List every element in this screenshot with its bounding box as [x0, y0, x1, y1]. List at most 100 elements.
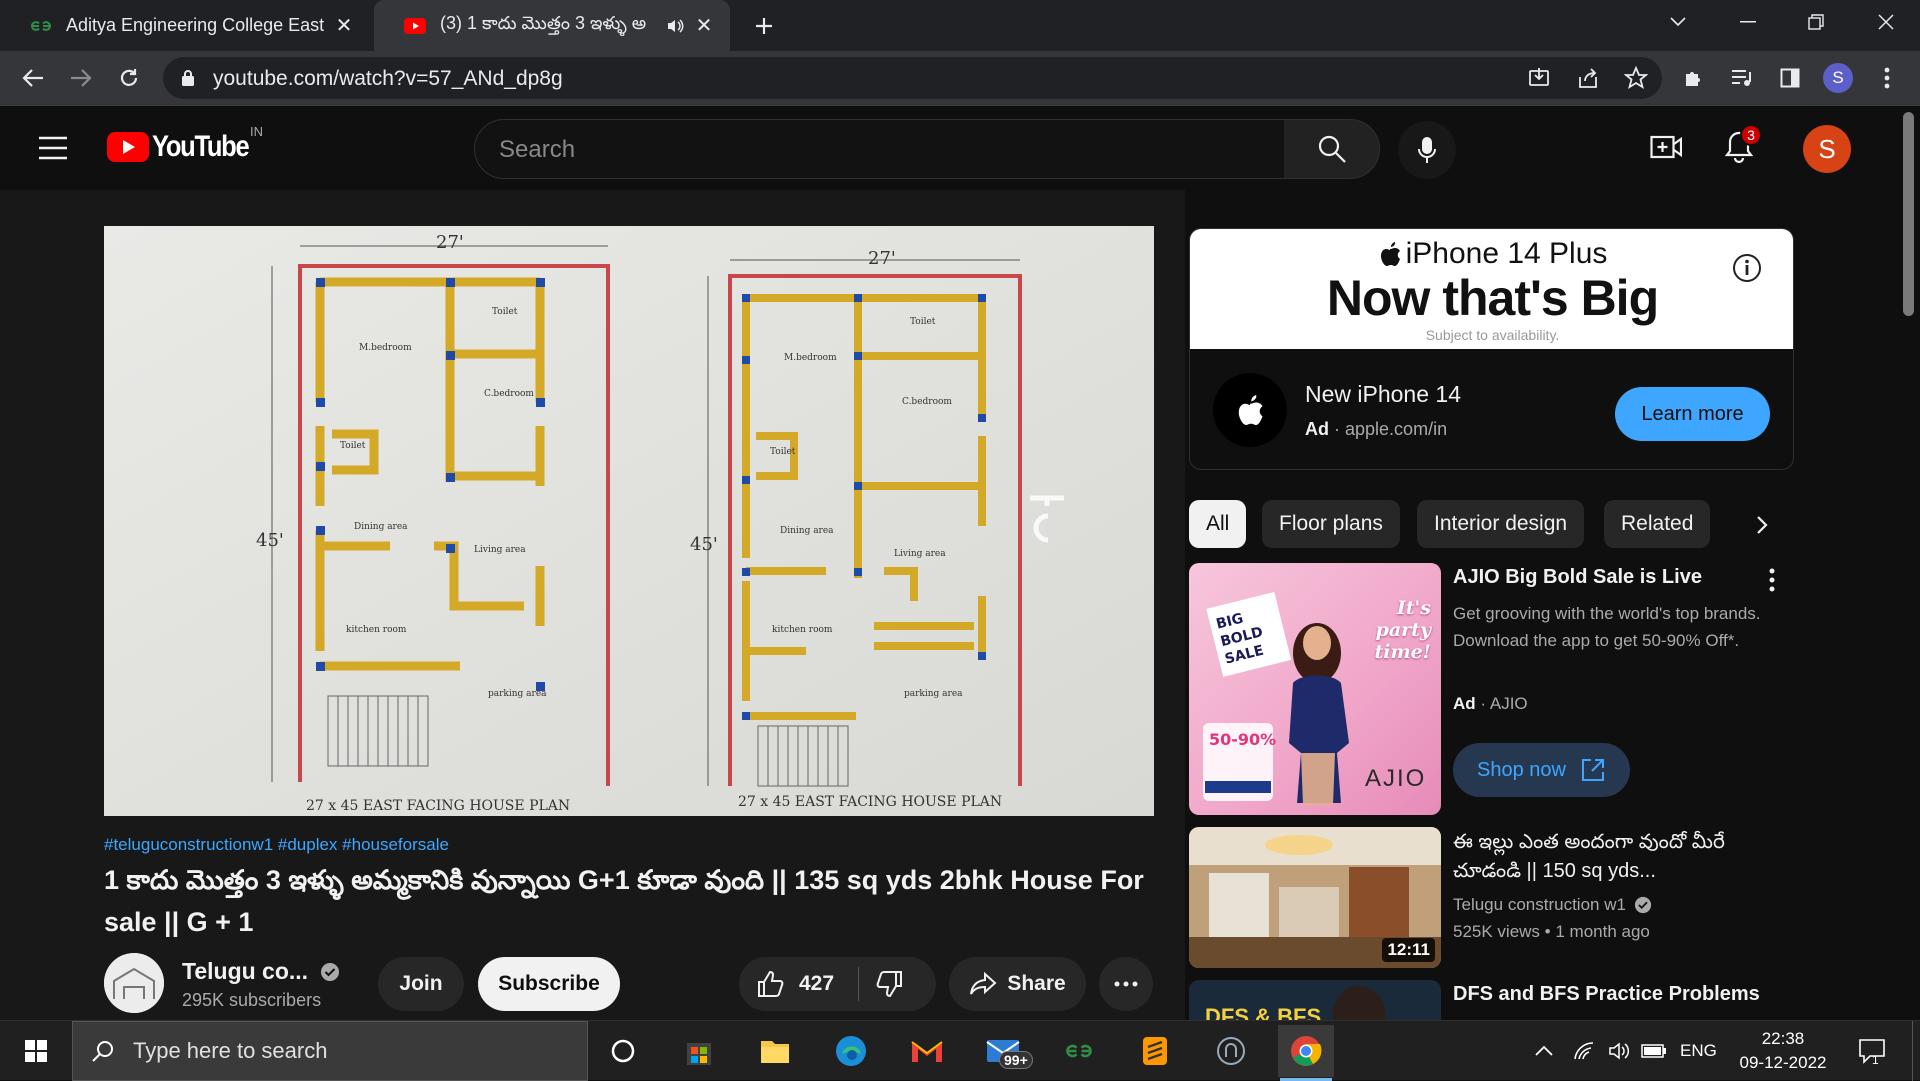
join-button[interactable]: Join [378, 957, 464, 1011]
account-avatar[interactable]: S [1803, 125, 1851, 173]
speaker-icon[interactable] [666, 18, 684, 34]
lock-icon[interactable] [181, 69, 195, 87]
tab-close-icon[interactable]: ✕ [332, 14, 356, 38]
hamburger-menu-icon[interactable] [38, 136, 68, 160]
separator-dot: · [1334, 419, 1346, 439]
related-video-meta: 525K views • 1 month ago [1453, 922, 1650, 941]
microsoft-store-icon[interactable] [677, 1029, 721, 1073]
input-language[interactable]: ENG [1680, 1041, 1717, 1061]
profile-avatar[interactable]: S [1821, 61, 1855, 95]
restore-button[interactable] [1786, 0, 1846, 44]
chip-interior-design[interactable]: Interior design [1417, 500, 1585, 548]
external-link-icon [1581, 759, 1604, 781]
ad-title[interactable]: New iPhone 14 [1305, 381, 1461, 408]
show-desktop-button[interactable] [1912, 1021, 1920, 1081]
bookmark-star-icon[interactable] [1624, 66, 1648, 90]
mail-app-icon[interactable]: 99+ [981, 1029, 1033, 1073]
ajio-ad-title[interactable]: AJIO Big Bold Sale is Live [1453, 566, 1753, 589]
thumbs-down-icon [876, 971, 903, 998]
advertiser-logo[interactable] [1213, 373, 1287, 447]
clock[interactable]: 22:38 09-12-2022 [1728, 1027, 1838, 1075]
related-video-thumbnail[interactable]: 12:11 [1189, 827, 1441, 968]
windows-start-icon[interactable] [14, 1029, 58, 1073]
geeksforgeeks-app-icon[interactable] [1057, 1029, 1101, 1073]
chip-all[interactable]: All [1189, 500, 1247, 548]
room-label: kitchen room [772, 625, 833, 635]
dislike-button[interactable] [859, 970, 903, 998]
room-label: parking area [904, 689, 963, 699]
related-video-title[interactable]: ఈ ఇల్లు ఎంత అందంగా వుందో మీరే చూడండి || … [1453, 828, 1763, 886]
youtube-logo[interactable]: YouTube IN [107, 124, 265, 164]
ajio-discount-badge: 50-90% [1209, 730, 1276, 749]
url-text: youtube.com/watch?v=57_ANd_dp8g [213, 67, 563, 90]
video-hashtags[interactable]: #teluguconstructionw1 #duplex #housefors… [104, 835, 449, 855]
share-button[interactable]: Share [949, 957, 1086, 1011]
extensions-puzzle-icon[interactable] [1677, 61, 1711, 95]
back-arrow-icon[interactable] [16, 61, 50, 95]
learn-more-button[interactable]: Learn more [1615, 387, 1770, 441]
chip-related[interactable]: Related [1604, 500, 1711, 548]
video-title: 1 కాదు మొత్తం 3 ఇళ్ళు అమ్మకానికి వున్నాయ… [104, 865, 1144, 937]
vpn-app-icon[interactable] [1209, 1029, 1253, 1073]
channel-name[interactable]: Telugu co... [182, 958, 308, 985]
ajio-brand: AJIO [1365, 765, 1427, 792]
page-scrollbar[interactable] [1903, 112, 1914, 316]
file-explorer-icon[interactable] [753, 1029, 797, 1073]
new-tab-button[interactable] [748, 10, 780, 42]
tab-title: Aditya Engineering College East Go [66, 15, 324, 35]
taskbar-search-box[interactable]: Type here to search [72, 1021, 588, 1081]
sublime-text-icon[interactable] [1133, 1029, 1177, 1073]
ad-image[interactable]: iPhone 14 Plus Now that's Big Subject to… [1190, 229, 1793, 349]
cortana-icon[interactable] [601, 1029, 645, 1073]
share-page-icon[interactable] [1577, 67, 1599, 89]
video-player[interactable]: M.bedroom Toilet C.bedroom Toilet Dining… [104, 226, 1154, 816]
more-actions-button[interactable] [1099, 957, 1153, 1011]
chrome-menu-icon[interactable] [1870, 61, 1904, 95]
show-hidden-icons-chevron-icon[interactable] [1522, 1029, 1566, 1073]
ajio-ad-description: Get grooving with the world's top brands… [1453, 604, 1761, 650]
youtube-search-input[interactable]: Search [474, 119, 1285, 179]
verified-badge-icon [1634, 896, 1652, 914]
battery-icon[interactable] [1632, 1029, 1676, 1073]
related-video-channel[interactable]: Telugu construction w1 [1453, 895, 1652, 915]
shop-now-button[interactable]: Shop now [1453, 743, 1630, 797]
ad-companion-banner[interactable]: iPhone 14 Plus Now that's Big Subject to… [1189, 228, 1794, 470]
chips-next-chevron-icon[interactable] [1740, 503, 1784, 547]
like-button[interactable]: 427 [739, 957, 834, 1011]
ad-headline: Now that's Big [1326, 270, 1659, 326]
share-arrow-icon [970, 972, 997, 995]
close-window-button[interactable] [1856, 0, 1916, 44]
chip-floor-plans[interactable]: Floor plans [1262, 500, 1400, 548]
edge-browser-icon[interactable] [829, 1029, 873, 1073]
minimize-button[interactable] [1718, 0, 1778, 44]
room-label: C.bedroom [484, 389, 534, 399]
room-label: Dining area [354, 522, 408, 532]
address-bar[interactable]: youtube.com/watch?v=57_ANd_dp8g [163, 57, 1662, 99]
notifications-bell-icon[interactable]: 3 [1724, 124, 1762, 164]
ad-label: Ad [1453, 694, 1476, 713]
ajio-more-icon[interactable] [1769, 568, 1775, 592]
related-video-title[interactable]: DFS and BFS Practice Problems [1453, 983, 1763, 1006]
tab-aditya[interactable]: Aditya Engineering College East Go ✕ [0, 0, 370, 51]
related-video-thumbnail[interactable]: DFS & BFS [1189, 980, 1441, 1020]
media-control-icon[interactable] [1725, 61, 1759, 95]
reload-icon[interactable] [112, 61, 146, 95]
tab-close-icon[interactable]: ✕ [692, 14, 716, 38]
create-video-icon[interactable] [1650, 134, 1682, 160]
install-app-icon[interactable] [1528, 67, 1550, 89]
tab-youtube[interactable]: (3) 1 కాదు మొత్తం 3 ఇళ్ళు అ ✕ [374, 0, 730, 51]
subscribe-button[interactable]: Subscribe [478, 957, 620, 1011]
voice-search-button[interactable] [1398, 121, 1456, 179]
channel-avatar[interactable] [104, 953, 164, 1013]
youtube-logo-text: YouTube [152, 130, 250, 163]
youtube-search-button[interactable] [1284, 119, 1380, 179]
gmail-icon[interactable] [905, 1029, 949, 1073]
forward-arrow-icon[interactable] [64, 61, 98, 95]
room-label: M.bedroom [359, 343, 412, 353]
ajio-ad-thumbnail[interactable]: BIG BOLD SALE 50-90% It's party time! AJ… [1189, 563, 1441, 815]
info-icon[interactable] [1732, 253, 1762, 283]
chrome-taskbar-icon[interactable] [1278, 1025, 1334, 1081]
side-panel-icon[interactable] [1773, 61, 1807, 95]
action-center-icon[interactable]: 1 [1850, 1029, 1894, 1073]
tab-search-chevron-icon[interactable] [1648, 0, 1708, 44]
